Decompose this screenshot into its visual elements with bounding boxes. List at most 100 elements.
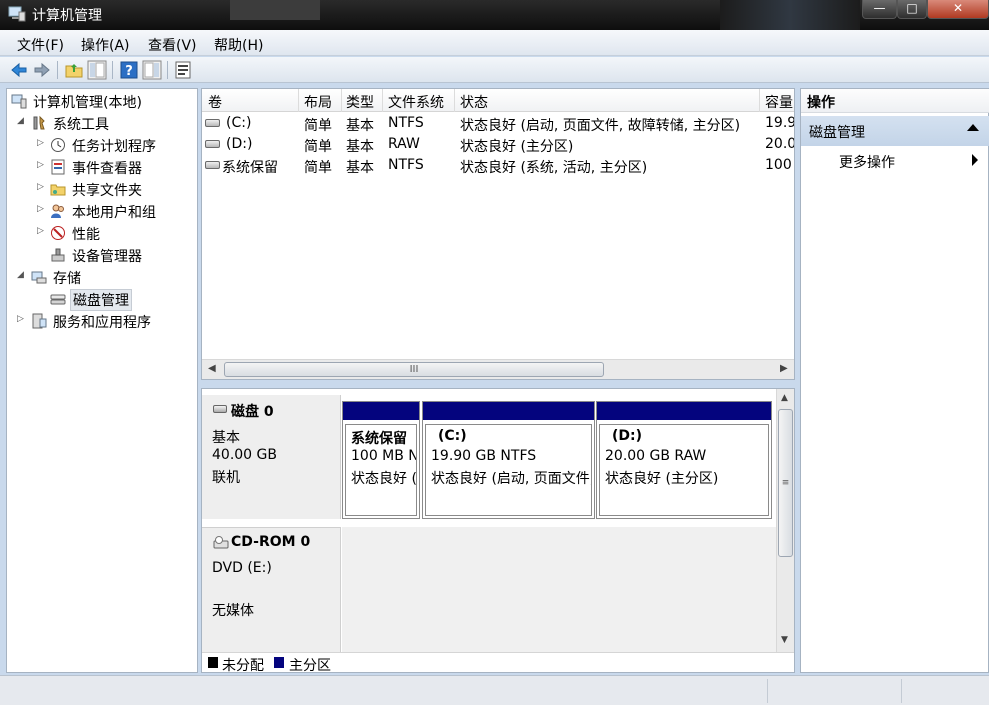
cell-filesystem: NTFS [388,115,424,131]
scroll-down-icon[interactable]: ▼ [781,635,788,645]
disk-0-info[interactable]: 磁盘 0 基本 40.00 GB 联机 [202,395,341,519]
primary-partition-bar [597,402,771,420]
cell-volume: 系统保留 [222,160,278,176]
disk-name: 磁盘 0 [231,404,274,420]
cell-capacity: 20.0 [765,136,795,152]
collapsed-arrow-icon[interactable]: ▷ [37,160,47,170]
close-button[interactable]: ✕ [927,0,989,19]
partition-c[interactable]: (C:) 19.90 GB NTFS 状态良好 (启动, 页面文件, 故障转储,… [422,401,595,519]
cdrom-area[interactable] [342,527,776,652]
column-header-status[interactable]: 状态 [460,92,488,112]
scroll-left-icon[interactable]: ◀ [208,363,216,374]
collapse-up-icon[interactable] [967,124,979,131]
local-users-icon [51,204,64,218]
column-divider[interactable] [382,89,383,112]
disk-size: 40.00 GB [212,447,277,463]
primary-partition-bar [343,402,419,420]
cell-capacity: 100 [765,157,792,173]
minimize-button[interactable]: — [862,0,897,19]
scroll-right-icon[interactable]: ▶ [780,363,788,374]
partition-d[interactable]: (D:) 20.00 GB RAW 状态良好 (主分区) [596,401,772,519]
status-segment [901,679,902,703]
computer-management-icon [11,94,27,109]
tree-item-label: 共享文件夹 [72,183,142,199]
collapsed-arrow-icon[interactable]: ▷ [37,138,47,148]
vertical-scrollbar[interactable]: ▲ ≡ ▼ [776,389,794,652]
toolbar: ? [0,57,989,83]
svg-text:?: ? [125,64,133,79]
column-header-capacity[interactable]: 容量 [765,92,793,112]
scroll-up-icon[interactable]: ▲ [781,393,788,403]
column-divider[interactable] [454,89,455,112]
table-row[interactable]: 系统保留 简单 基本 NTFS 状态良好 (系统, 活动, 主分区) 100 [202,155,794,176]
cdrom-icon [213,536,229,549]
show-hide-tree-icon[interactable] [87,60,107,80]
toolbar-separator [167,61,168,79]
partition-system-reserved[interactable]: 系统保留 100 MB NTFS 状态良好 (系统, 活动, 主分区) [342,401,420,519]
column-divider[interactable] [341,89,342,112]
scroll-thumb[interactable]: III [224,362,604,377]
storage-icon [31,271,47,284]
tree-item-label: 本地用户和组 [72,205,156,221]
help-icon[interactable]: ? [119,60,139,80]
submenu-arrow-icon[interactable] [972,154,978,166]
legend-label-unallocated: 未分配 [222,658,264,673]
cdrom-name: CD-ROM 0 [231,534,311,550]
cell-type: 基本 [346,160,374,176]
disk-state: 联机 [212,470,240,486]
actions-header: 操作 [801,89,989,113]
table-row[interactable]: (D:) 简单 基本 RAW 状态良好 (主分区) 20.0 [202,134,795,155]
menu-bar: 文件(F) 操作(A) 查看(V) 帮助(H) [0,30,989,56]
toolbar-separator [57,61,58,79]
actions-section-title: 磁盘管理 [809,125,865,141]
forward-icon[interactable] [32,60,52,80]
cell-volume: (C:) [226,115,252,131]
title-bar: 计算机管理 — □ ✕ [0,0,989,30]
cdrom-drive: DVD (E:) [212,560,272,576]
collapsed-arrow-icon[interactable]: ▷ [37,182,47,192]
cell-status: 状态良好 (启动, 页面文件, 故障转储, 主分区) [460,118,741,134]
back-icon[interactable] [9,60,29,80]
properties-icon[interactable] [173,60,193,80]
maximize-button[interactable]: □ [897,0,927,19]
more-actions-item[interactable]: 更多操作 [839,152,895,172]
event-viewer-icon [51,159,65,175]
partition-size: 20.00 GB RAW [605,448,707,464]
performance-icon [51,226,65,240]
cell-layout: 简单 [304,160,332,176]
collapsed-arrow-icon[interactable]: ▷ [17,314,27,324]
tree-item-label: 系统工具 [53,117,109,133]
expanded-arrow-icon[interactable]: ◢ [17,116,27,126]
cdrom-0-info[interactable]: CD-ROM 0 DVD (E:) 无媒体 [202,527,341,652]
menu-file[interactable]: 文件(F) [17,35,64,55]
volume-icon [205,140,220,148]
shared-folders-icon [50,184,66,196]
cell-layout: 简单 [304,139,332,155]
cell-status: 状态良好 (主分区) [460,139,574,155]
show-hide-action-icon[interactable] [142,60,162,80]
horizontal-scrollbar[interactable]: ◀ III ▶ [202,359,794,379]
menu-action[interactable]: 操作(A) [81,35,130,55]
column-header-type[interactable]: 类型 [346,92,374,112]
column-header-layout[interactable]: 布局 [304,92,332,112]
menu-help[interactable]: 帮助(H) [214,35,263,55]
partition-status: 状态良好 (启动, 页面文件, 故障转储, 主分区) [431,471,592,487]
column-header-filesystem[interactable]: 文件系统 [388,92,444,112]
scroll-thumb[interactable]: ≡ [778,409,793,557]
up-folder-icon[interactable] [64,60,84,80]
partition-name: (D:) [612,428,643,444]
column-divider[interactable] [298,89,299,112]
menu-view[interactable]: 查看(V) [148,35,197,55]
table-row[interactable]: (C:) 简单 基本 NTFS 状态良好 (启动, 页面文件, 故障转储, 主分… [202,113,794,134]
collapsed-arrow-icon[interactable]: ▷ [37,204,47,214]
legend-swatch-primary [274,657,284,668]
collapsed-arrow-icon[interactable]: ▷ [37,226,47,236]
tree-item-label: 磁盘管理 [70,289,132,311]
column-header-volume[interactable]: 卷 [208,92,222,112]
expanded-arrow-icon[interactable]: ◢ [17,270,27,280]
device-manager-icon [51,248,65,262]
column-divider[interactable] [759,89,760,112]
actions-section-disk-management[interactable]: 磁盘管理 [801,116,989,146]
disk-kind: 基本 [212,430,240,446]
volume-list: 卷 布局 类型 文件系统 状态 容量 (C:) 简单 基本 NTFS 状态良好 … [201,88,795,380]
